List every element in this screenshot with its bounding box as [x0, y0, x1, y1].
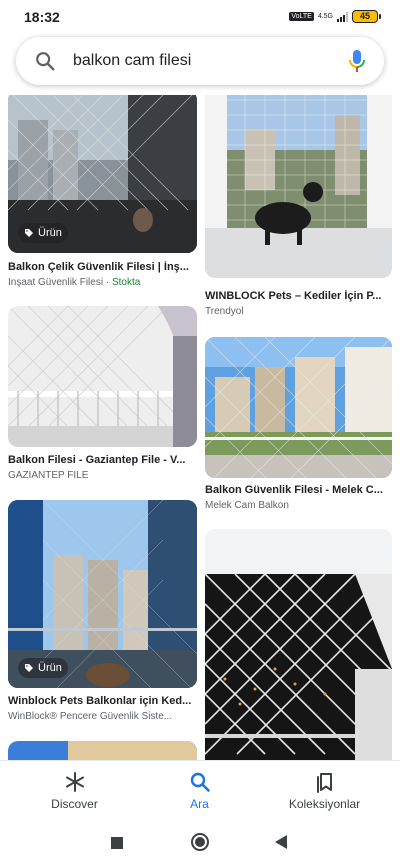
search-icon [190, 772, 210, 792]
result-image[interactable] [8, 306, 197, 447]
nav-search[interactable]: Ara [133, 761, 266, 819]
system-navigation-bar [0, 818, 400, 866]
result-title[interactable]: WINBLOCK Pets – Kediler İçin P... [205, 290, 392, 302]
result-title[interactable]: Winblock Pets Balkonlar için Ked... [8, 695, 197, 707]
product-chip: Ürün [18, 223, 68, 243]
result-title[interactable]: Balkon Filesi - Gaziantep File - V... [8, 454, 197, 466]
result-source: Trendyol [205, 306, 244, 317]
result-image[interactable] [205, 337, 392, 478]
nav-discover-label: Discover [51, 797, 98, 811]
result-image[interactable] [205, 95, 392, 278]
battery-level: 45 [359, 11, 370, 21]
stock-status: Stokta [111, 277, 141, 288]
search-input[interactable]: balkon cam filesi [73, 52, 191, 70]
tag-icon [25, 229, 33, 237]
result-source: İnşaat Güvenlik Filesi · Stokta [8, 277, 197, 288]
battery-icon: 45 [352, 10, 381, 23]
bottom-navigation: Discover Ara Koleksiyonlar [0, 760, 400, 818]
nav-collections[interactable]: Koleksiyonlar [258, 761, 391, 819]
image-results-grid: Ürün Balkon Çelik Güvenlik Filesi | İnş.… [0, 95, 400, 760]
chip-label: Ürün [38, 227, 62, 239]
result-image[interactable]: Ürün [8, 95, 197, 253]
status-bar: 18:32 VoLTE 4.5G 45 [0, 0, 400, 34]
home-button[interactable] [190, 832, 210, 852]
product-chip: Ürün [18, 658, 68, 678]
result-title[interactable]: Balkon Güvenlik Filesi - Melek C... [205, 484, 392, 496]
mic-icon[interactable] [348, 49, 366, 73]
network-type: 4.5G [317, 13, 333, 20]
search-icon[interactable] [34, 50, 56, 72]
tag-icon [25, 664, 33, 672]
back-button[interactable] [274, 834, 288, 850]
result-source: WinBlock® Pencere Güvenlik Siste... [8, 711, 173, 722]
source-name: İnşaat Güvenlik Filesi [8, 277, 104, 288]
status-icons: VoLTE 4.5G 45 [289, 10, 381, 23]
result-source: GAZİANTEP FİLE [8, 470, 89, 481]
nav-collections-label: Koleksiyonlar [288, 797, 361, 811]
status-time: 18:32 [24, 9, 60, 25]
recents-button[interactable] [110, 836, 124, 850]
volte-icon: VoLTE [289, 12, 314, 21]
source-separator: · [103, 277, 112, 288]
collections-icon [316, 773, 332, 793]
result-image[interactable] [205, 529, 392, 760]
nav-discover[interactable]: Discover [8, 761, 141, 819]
result-source: Melek Cam Balkon [205, 500, 289, 511]
asterisk-icon [65, 772, 84, 792]
search-bar[interactable]: balkon cam filesi [16, 37, 384, 85]
nav-search-label: Ara [190, 797, 209, 811]
result-image[interactable]: Ürün [8, 500, 197, 688]
signal-icon [337, 11, 348, 22]
chip-label: Ürün [38, 662, 62, 674]
result-title[interactable]: Balkon Çelik Güvenlik Filesi | İnş... [8, 261, 197, 273]
result-image[interactable] [8, 741, 197, 760]
